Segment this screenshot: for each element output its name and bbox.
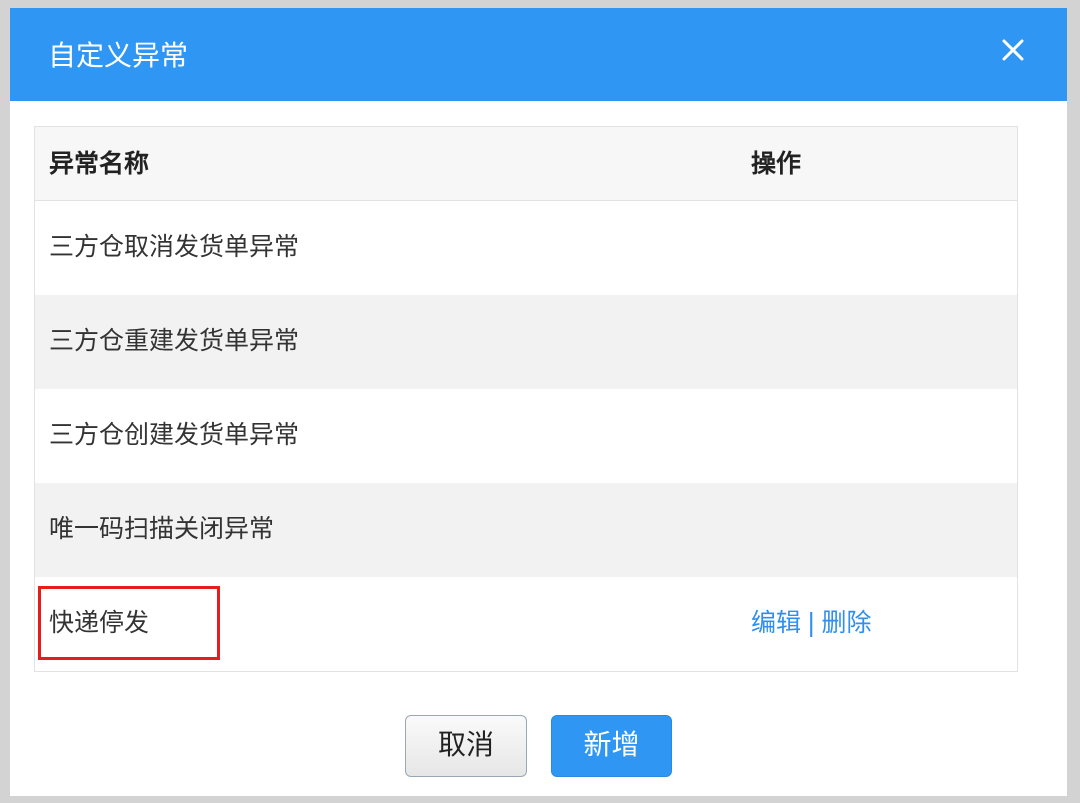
table-row: 唯一码扫描关闭异常 — [35, 483, 1017, 577]
close-icon[interactable] — [995, 32, 1031, 68]
delete-link[interactable]: 删除 — [821, 608, 871, 637]
action-separator: | — [807, 608, 816, 637]
action-separator — [751, 420, 763, 449]
exception-name: 三方仓创建发货单异常 — [49, 420, 300, 449]
cancel-button[interactable]: 取消 — [405, 715, 527, 777]
table-row: 三方仓取消发货单异常 — [35, 201, 1017, 295]
table-row: 快递停发 编辑 | 删除 — [35, 577, 1017, 671]
column-header-name: 异常名称 — [49, 149, 150, 178]
row-actions — [751, 511, 763, 547]
row-actions: 编辑 | 删除 — [751, 605, 871, 641]
add-button[interactable]: 新增 — [551, 715, 672, 777]
exception-name: 唯一码扫描关闭异常 — [49, 514, 275, 543]
action-separator — [751, 514, 763, 543]
edit-link[interactable]: 编辑 — [751, 608, 801, 637]
exception-name: 三方仓重建发货单异常 — [49, 326, 300, 355]
dialog-title: 自定义异常 — [48, 39, 189, 72]
action-separator — [751, 232, 763, 261]
table-header-row: 异常名称 操作 — [35, 127, 1017, 201]
column-header-operation: 操作 — [751, 149, 802, 178]
table-row: 三方仓重建发货单异常 — [35, 295, 1017, 389]
exception-name: 三方仓取消发货单异常 — [49, 232, 300, 261]
row-actions — [751, 229, 763, 265]
exception-name: 快递停发 — [49, 608, 150, 637]
dialog-header: 自定义异常 — [10, 8, 1067, 101]
custom-exception-dialog: 自定义异常 异常名称 操作 三方仓取消发货单异常 三方仓重建发货单异常 三方仓创… — [10, 8, 1067, 796]
exception-table: 异常名称 操作 三方仓取消发货单异常 三方仓重建发货单异常 三方仓创建发货单异常… — [34, 126, 1018, 672]
action-separator — [751, 326, 763, 355]
table-row: 三方仓创建发货单异常 — [35, 389, 1017, 483]
row-actions — [751, 417, 763, 453]
row-actions — [751, 323, 763, 359]
